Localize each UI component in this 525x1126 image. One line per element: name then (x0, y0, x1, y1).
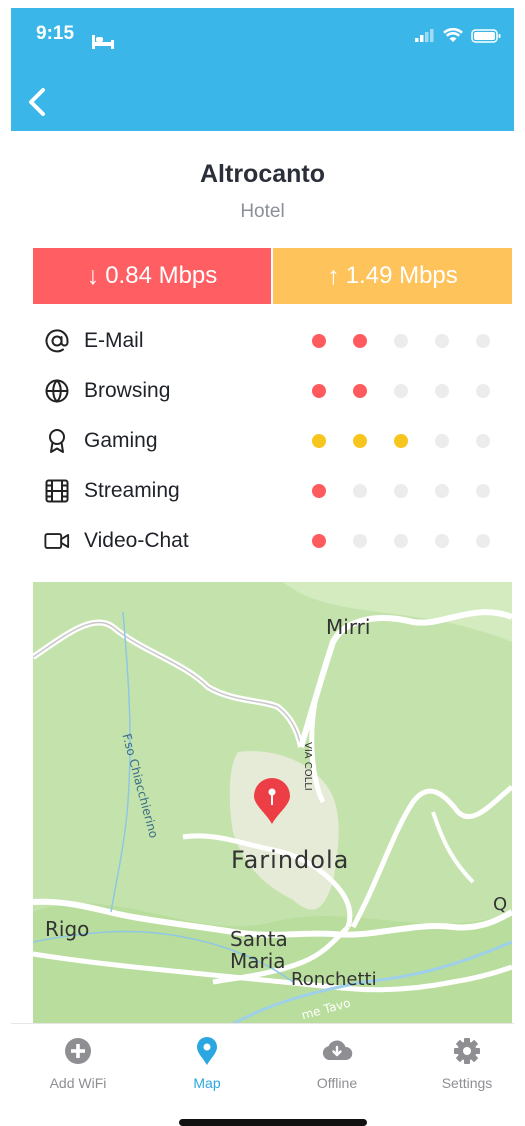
tab-add-wifi[interactable]: Add WiFi (18, 1024, 138, 1104)
rating-dot-filled (353, 434, 367, 448)
back-chevron-icon[interactable] (23, 84, 53, 120)
plus-circle-icon (65, 1038, 91, 1064)
award-icon (44, 428, 70, 454)
rating-dot-empty (435, 334, 449, 348)
status-time: 9:15 (36, 23, 75, 44)
video-camera-icon (44, 528, 70, 554)
rating-dot-filled (312, 484, 326, 498)
home-indicator (179, 1119, 367, 1126)
tab-label: Offline (316, 1075, 358, 1091)
map-pin-icon (197, 1037, 217, 1065)
rating-dot-filled (353, 334, 367, 348)
rating-dot-empty (476, 384, 490, 398)
at-icon (44, 328, 70, 354)
signal-icon (415, 29, 434, 42)
bed-icon (92, 35, 114, 49)
map-label-maria: Maria (230, 949, 286, 973)
rating-dots (312, 434, 490, 448)
rating-dot-filled (312, 384, 326, 398)
rating-dot-empty (353, 534, 367, 548)
download-speed-value: 0.84 Mbps (105, 262, 218, 289)
upload-speed-value: 1.49 Mbps (345, 262, 458, 289)
rating-dot-empty (394, 534, 408, 548)
rating-dots (312, 334, 490, 348)
map-label-via-colli: VIA COLLI (302, 742, 313, 791)
download-speed-badge: ↓ 0.84 Mbps (33, 248, 271, 304)
map-label-rigo: Rigo (45, 917, 90, 941)
rating-label: Gaming (84, 429, 158, 452)
rating-dot-filled (312, 334, 326, 348)
rating-dot-filled (353, 384, 367, 398)
rating-label: Streaming (84, 479, 180, 502)
rating-label: Video-Chat (84, 529, 189, 552)
rating-dot-empty (476, 434, 490, 448)
rating-row-video-chat: Video-Chat (44, 521, 504, 561)
navigation-bar (11, 74, 514, 131)
cloud-download-icon (322, 1040, 353, 1060)
arrow-down-icon: ↓ (86, 261, 100, 290)
tab-settings[interactable]: Settings (407, 1024, 525, 1104)
rating-row-browsing: Browsing (44, 371, 504, 411)
tab-offline[interactable]: Offline (277, 1024, 397, 1104)
wifi-icon (443, 28, 463, 42)
map-label-farindola: Farindola (231, 846, 350, 874)
map-label-q: Q (493, 894, 508, 915)
film-icon (44, 478, 70, 504)
rating-dots (312, 534, 490, 548)
map-pin-marker-icon[interactable] (252, 777, 292, 825)
rating-dot-empty (435, 384, 449, 398)
rating-dot-empty (353, 484, 367, 498)
rating-dot-filled (312, 434, 326, 448)
tab-label: Map (193, 1075, 221, 1091)
rating-dots (312, 484, 490, 498)
map-label-santa: Santa (230, 927, 288, 951)
rating-dot-filled (394, 434, 408, 448)
battery-icon (471, 28, 501, 43)
upload-speed-badge: ↑ 1.49 Mbps (273, 248, 512, 304)
map-label-ronchetti: Ronchetti (291, 969, 377, 990)
rating-dot-empty (394, 384, 408, 398)
rating-label: E-Mail (84, 329, 144, 352)
rating-dot-empty (476, 484, 490, 498)
rating-dot-empty (435, 534, 449, 548)
rating-dot-empty (435, 484, 449, 498)
rating-dot-empty (476, 334, 490, 348)
tab-label: Settings (441, 1075, 493, 1091)
rating-label: Browsing (84, 379, 171, 402)
rating-dot-empty (394, 484, 408, 498)
rating-row-email: E-Mail (44, 321, 504, 361)
rating-dot-filled (312, 534, 326, 548)
gear-icon (454, 1038, 480, 1064)
rating-dot-empty (435, 434, 449, 448)
location-map[interactable]: Mirri VIA COLLI F.so Chiacchierino Farin… (33, 582, 512, 1024)
map-label-mirri: Mirri (326, 615, 371, 639)
rating-row-gaming: Gaming (44, 421, 504, 461)
globe-icon (44, 378, 70, 404)
tab-map[interactable]: Map (147, 1024, 267, 1104)
place-name: Altrocanto (200, 160, 325, 188)
rating-dot-empty (476, 534, 490, 548)
system-indicators (415, 28, 501, 43)
arrow-up-icon: ↑ (327, 261, 340, 290)
tab-bar: Add WiFi Map Offline Settings (11, 1023, 514, 1103)
rating-row-streaming: Streaming (44, 471, 504, 511)
rating-dot-empty (394, 334, 408, 348)
place-type: Hotel (240, 201, 285, 222)
rating-dots (312, 384, 490, 398)
tab-label: Add WiFi (49, 1075, 107, 1091)
